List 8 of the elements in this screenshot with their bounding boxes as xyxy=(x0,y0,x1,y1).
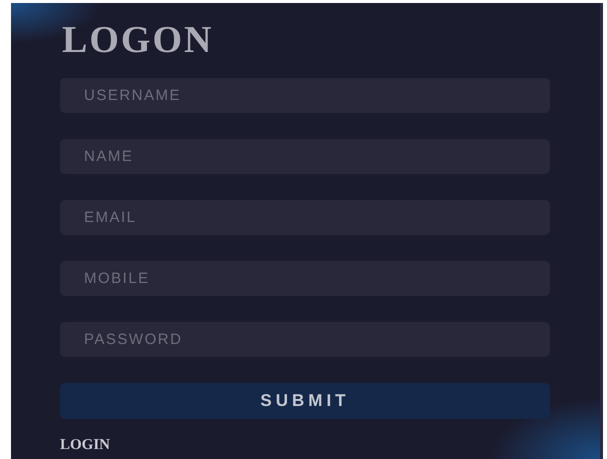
input-field[interactable]: NAME xyxy=(60,139,550,174)
login-link[interactable]: LOGIN xyxy=(60,437,110,454)
input-field[interactable]: MOBILE xyxy=(60,261,550,296)
input-field[interactable]: USERNAME xyxy=(60,78,550,113)
input-field[interactable]: EMAIL xyxy=(60,200,550,235)
logon-title: LOGON xyxy=(62,18,214,63)
input-field[interactable]: PASSWORD xyxy=(60,322,550,357)
submit-button[interactable]: SUBMIT xyxy=(60,383,550,419)
